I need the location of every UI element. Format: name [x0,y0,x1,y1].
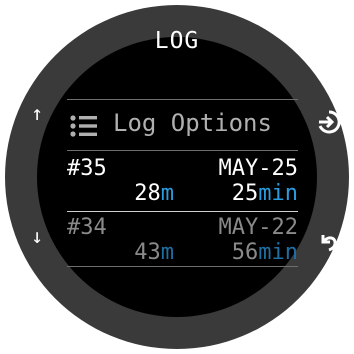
enter-button[interactable] [316,109,342,135]
divider-top [67,99,298,100]
dive-date: MAY-22 [218,215,298,240]
dive-number: #35 [67,156,107,181]
divider-selection-bottom [67,211,298,212]
scroll-up-button[interactable]: ↑ [26,103,48,125]
depth-unit: m [160,240,174,265]
dive-date: MAY-25 [218,156,298,181]
max-depth: 28m [134,181,174,206]
log-options-label: Log Options [113,109,272,137]
back-button[interactable] [318,231,340,253]
enter-icon [318,110,341,134]
time-unit: min [258,240,298,265]
divider-bottom [67,266,298,267]
log-options-menu-item[interactable]: Log Options [67,104,298,146]
back-arrow-icon [321,235,337,252]
dive-time: 56min [232,240,298,265]
scroll-down-button[interactable]: ↓ [26,226,48,248]
max-depth: 43m [134,240,174,265]
time-unit: min [258,181,298,206]
depth-unit: m [160,181,174,206]
dive-time: 25min [232,181,298,206]
depth-value: 43 [134,240,161,265]
time-value: 25 [231,181,259,206]
screen-title: LOG [154,28,200,54]
depth-value: 28 [134,181,161,206]
divider-selection-top [67,150,298,151]
list-icon [70,115,97,137]
dive-number: #34 [67,215,107,240]
time-value: 56 [231,240,259,265]
